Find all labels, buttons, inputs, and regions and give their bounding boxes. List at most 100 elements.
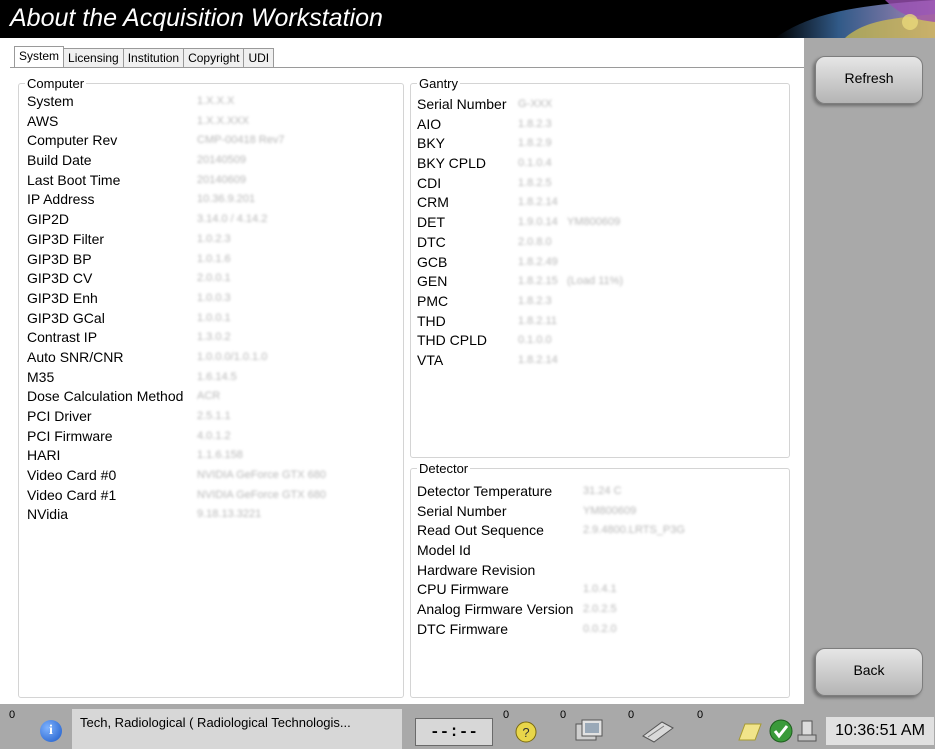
computer-row-value: 1.0.0.0/1.0.1.0 — [197, 350, 268, 363]
detector-row: Read Out Sequence 2.9.4800.LRTS_P3G — [417, 521, 777, 541]
computer-row-label: Video Card #0 — [27, 467, 117, 484]
gantry-row-value: 1.8.2.49 — [518, 255, 558, 268]
gantry-row-value: G-XXX — [518, 98, 553, 110]
computer-row-label: Contrast IP — [27, 329, 98, 346]
computer-row: Auto SNR/CNR 1.0.0.0/1.0.1.0 — [27, 348, 397, 368]
refresh-button[interactable]: Refresh — [815, 56, 923, 104]
computer-row-value: 2.5.1.1 — [197, 410, 231, 422]
gantry-row-value: 1.8.2.3 — [518, 117, 552, 130]
computer-row: System 1.X.X.X — [27, 92, 397, 112]
gantry-row-value: 1.8.2.9 — [518, 137, 552, 150]
computer-row: Contrast IP 1.3.0.2 — [27, 328, 397, 348]
back-button[interactable]: Back — [815, 648, 923, 696]
computer-row-label: Computer Rev — [27, 132, 118, 149]
computer-row: Last Boot Time 20140609 — [27, 171, 397, 191]
computer-row-label: GIP3D CV — [27, 270, 93, 287]
tab-content-system: Computer System 1.X.X.X AWS 1.X.X.XXX Comput… — [10, 67, 805, 705]
user-field[interactable]: Tech, Radiological ( Radiological Techno… — [72, 709, 402, 749]
gantry-row-label: DET — [417, 214, 445, 231]
tab-strip: System Licensing Institution Copyright U… — [14, 46, 275, 68]
gantry-row: PMC 1.8.2.3 — [417, 292, 777, 312]
gantry-row-value: 1.8.2.3 — [518, 294, 552, 307]
computer-row: AWS 1.X.X.XXX — [27, 112, 397, 132]
tab-licensing[interactable]: Licensing — [63, 48, 124, 68]
computer-row: GIP3D BP 1.0.1.6 — [27, 250, 397, 270]
computer-row: IP Address 10.36.9.201 — [27, 190, 397, 210]
info-icon[interactable]: i — [40, 720, 62, 742]
clock: 10:36:51 AM — [826, 717, 934, 745]
computer-row-label: Dose Calculation Method — [27, 388, 184, 405]
gantry-row: GCB 1.8.2.49 — [417, 253, 777, 273]
gantry-row-label: THD CPLD — [417, 332, 488, 349]
computer-row-label: GIP3D Filter — [27, 230, 105, 247]
network-icon[interactable] — [794, 718, 822, 744]
detector-row-label: Detector Temperature — [417, 483, 553, 499]
detector-row-label: DTC Firmware — [417, 620, 508, 637]
title-bar: About the Acquisition Workstation — [0, 0, 935, 38]
gantry-row: DET 1.9.0.14 YM800609 — [417, 213, 777, 233]
tab-system[interactable]: System — [14, 46, 65, 68]
status-ok-icon[interactable] — [767, 718, 795, 744]
computer-row-label: Build Date — [27, 152, 92, 169]
detector-row: DTC Firmware 0.0.2.0 — [417, 620, 777, 640]
tab-udi[interactable]: UDI — [243, 48, 275, 68]
computer-row-value: 1.0.0.3 — [197, 291, 231, 304]
computer-row: GIP2D 3.14.0 / 4.14.2 — [27, 210, 397, 230]
print-queue-icon[interactable] — [640, 718, 676, 744]
gantry-row: THD 1.8.2.11 — [417, 312, 777, 332]
detector-row-label: Model Id — [417, 542, 471, 559]
computer-row: GIP3D CV 2.0.0.1 — [27, 269, 397, 289]
computer-row-value: 2.0.0.1 — [197, 272, 231, 285]
computer-row-value: 1.3.0.2 — [197, 331, 231, 344]
gantry-row-label: AIO — [417, 115, 442, 132]
gantry-row-label: GEN — [417, 273, 448, 290]
detector-row-value: 1.0.4.1 — [583, 583, 617, 596]
computer-row-label: Video Card #1 — [27, 486, 117, 503]
queue-count: 0 — [560, 709, 567, 721]
gantry-row-extra: (Load 11%) — [567, 275, 624, 288]
computer-row: HARI 1.1.6.158 — [27, 446, 397, 466]
computer-row-value: 1.0.2.3 — [197, 232, 231, 245]
computer-row: NVidia 9.18.13.3221 — [27, 505, 397, 525]
gantry-row: GEN 1.8.2.15 (Load 11%) — [417, 272, 777, 292]
gantry-row: VTA 1.8.2.14 — [417, 351, 777, 371]
detector-row: Model Id — [417, 541, 777, 561]
computer-row-value: 20140509 — [197, 154, 246, 167]
alerts-count: 0 — [9, 709, 16, 721]
detector-row-value: YM800609 — [583, 504, 637, 517]
computer-row: Video Card #1 NVIDIA GeForce GTX 680 — [27, 486, 397, 506]
computer-row-label: GIP3D GCal — [27, 309, 105, 326]
help-icon[interactable]: ? — [512, 718, 540, 744]
status-bar: 0 i Tech, Radiological ( Radiological Te… — [0, 704, 935, 749]
gantry-row-label: CDI — [417, 174, 442, 191]
gantry-row-value: 1.8.2.14 — [518, 353, 558, 366]
detector-row-label: Read Out Sequence — [417, 522, 544, 539]
tab-institution[interactable]: Institution — [122, 48, 185, 68]
computer-row: Computer Rev CMP-00418 Rev7 — [27, 131, 397, 151]
output-queue-icon[interactable] — [572, 718, 606, 744]
detector-row-value: 31.24 C — [583, 485, 622, 497]
gantry-row: BKY 1.8.2.9 — [417, 134, 777, 154]
computer-row-label: IP Address — [27, 191, 95, 208]
tab-copyright[interactable]: Copyright — [183, 48, 245, 68]
tasks-count: 0 — [697, 709, 704, 721]
svg-text:?: ? — [522, 725, 529, 740]
computer-row-label: Last Boot Time — [27, 171, 121, 188]
computer-row-label: Auto SNR/CNR — [27, 348, 124, 365]
gantry-row-label: BKY — [417, 135, 446, 152]
computer-row-value: 10.36.9.201 — [197, 193, 256, 206]
gantry-row: AIO 1.8.2.3 — [417, 115, 777, 135]
computer-row: GIP3D GCal 1.0.0.1 — [27, 309, 397, 329]
gantry-row-value: 2.0.8.0 — [518, 235, 552, 248]
computer-row: GIP3D Enh 1.0.0.3 — [27, 289, 397, 309]
computer-row-value: NVIDIA GeForce GTX 680 — [197, 469, 326, 482]
computer-row-value: CMP-00418 Rev7 — [197, 134, 285, 147]
gantry-row: CRM 1.8.2.14 — [417, 193, 777, 213]
gantry-row-value: 0.1.0.4 — [518, 157, 552, 170]
gantry-row-label: VTA — [417, 351, 444, 368]
gantry-row: CDI 1.8.2.5 — [417, 174, 777, 194]
gantry-row-label: THD — [417, 312, 446, 329]
notes-icon[interactable] — [735, 718, 763, 744]
gantry-info-list: Serial Number G-XXX AIO 1.8.2.3 BKY 1.8.2.9 BK… — [417, 95, 777, 371]
computer-row-value: 1.X.X.X — [197, 95, 235, 107]
